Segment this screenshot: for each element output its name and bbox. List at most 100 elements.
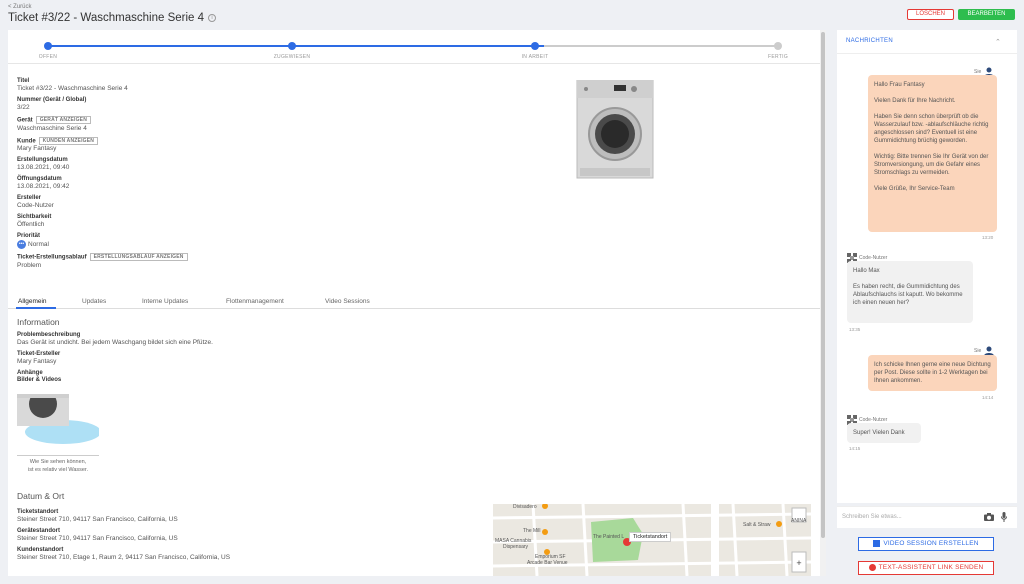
map-label: ANINA [791, 518, 807, 524]
active-tab-indicator [16, 307, 56, 309]
field-label: Öffnungsdatum [17, 176, 62, 183]
message-bubble-out: Hallo Frau Fantasy Vielen Dank für Ihre … [868, 75, 997, 232]
microphone-icon[interactable] [1001, 512, 1007, 522]
send-text-assistant-link-button[interactable]: TEXT-ASSISTENT LINK SENDEN [858, 561, 994, 575]
camera-icon[interactable] [984, 513, 994, 521]
show-customer-button[interactable]: KUNDEN ANZEIGEN [38, 136, 99, 145]
tab-video-sessions[interactable]: Video Sessions [325, 298, 370, 305]
priority-icon: ••• [17, 240, 26, 250]
map-label: Dispensary [503, 544, 529, 550]
step-label-offen: OFFEN [38, 54, 58, 60]
svg-text:+: + [796, 558, 801, 568]
map-label: Salt & Straw [743, 522, 771, 528]
caption-line: ist es relativ viel Wasser. [27, 467, 88, 473]
washing-machine-image [576, 80, 654, 179]
video-icon [873, 539, 881, 547]
field-label: Ticketstandort [17, 509, 59, 515]
tab-updates[interactable]: Updates [82, 298, 106, 305]
field-value: Mary Fantasy [17, 145, 57, 153]
information-heading: Information [17, 317, 60, 327]
messages-header[interactable]: NACHRICHTEN ⌃ [837, 30, 1017, 54]
tab-bar: Allgemein Updates Interne Updates Flotte… [8, 295, 820, 309]
field-value: Problem [17, 261, 42, 269]
kunde-label: Kunde [17, 138, 36, 145]
field-label: Sichtbarkeit [17, 214, 52, 221]
show-flow-button[interactable]: ERSTELLUNGSABLAUF ANZEIGEN [89, 253, 188, 262]
messages-panel: NACHRICHTEN ⌃ Sie Hallo Frau Fantasy Vie… [837, 30, 1017, 503]
close-circle-icon [868, 563, 876, 571]
delete-button[interactable]: LÖSCHEN [907, 9, 954, 20]
field-label: Anhänge [17, 370, 43, 376]
step-dot-fertig [774, 42, 782, 50]
message-bubble-out: Ich schicke Ihnen gerne eine neue Dichtu… [868, 355, 997, 391]
progress-line-done [48, 45, 544, 47]
back-link[interactable]: < Zurück [8, 4, 32, 10]
map-tooltip: Ticketstandort [629, 532, 672, 542]
attachment-thumbnail[interactable] [17, 394, 99, 454]
step-dot-offen [44, 42, 52, 50]
field-value: Ticket #3/22 - Waschmaschine Serie 4 [17, 85, 128, 92]
field-label: Kunde KUNDEN ANZEIGEN [17, 136, 317, 146]
field-label: Gerätestandort [17, 528, 61, 534]
info-icon[interactable]: i [208, 13, 217, 22]
field-value: 13.08.2021, 09:40 [17, 164, 70, 172]
step-label-in-arbeit: IN ARBEIT [521, 54, 549, 60]
tab-interne-updates[interactable]: Interne Updates [142, 298, 188, 305]
field-label: Bilder & Videos [17, 377, 62, 383]
step-label-zugewiesen: ZUGEWIESEN [273, 54, 311, 60]
field-value: 3/22 [17, 104, 30, 111]
field-value: Steiner Street 710, Etage 1, Raum 2, 941… [17, 554, 231, 561]
show-device-button[interactable]: GERÄT ANZEIGEN [35, 116, 92, 124]
field-value: Öffentlich [17, 221, 45, 229]
field-label: Ersteller [17, 195, 42, 202]
ticket-detail-panel: OFFEN ZUGEWIESEN IN ARBEIT FERTIG Titel … [8, 30, 820, 576]
ticket-fields: Titel Ticket #3/22 - Waschmaschine Serie… [17, 78, 317, 274]
field-label: Nummer (Gerät / Global) [17, 97, 87, 103]
step-label-fertig: FERTIG [767, 54, 789, 60]
message-time: 14:15 [849, 446, 861, 451]
status-progress: OFFEN ZUGEWIESEN IN ARBEIT FERTIG [8, 30, 820, 64]
main-scrollbar-thumb[interactable] [821, 32, 825, 538]
tab-allgemein[interactable]: Allgemein [18, 298, 47, 305]
page-title: Ticket #3/22 - Waschmaschine Serie 4i [8, 12, 217, 24]
progress-line-todo [544, 45, 778, 47]
field-value: Code-Nutzer [17, 202, 54, 210]
field-label: Kundenstandort [17, 547, 64, 553]
information-block: Problembeschreibung Das Gerät ist undich… [17, 332, 213, 384]
chevron-up-icon[interactable]: ⌃ [995, 38, 1001, 46]
tab-flottenmanagement[interactable]: Flottenmanagement [226, 298, 284, 305]
message-bubble-in: Super! Vielen Dank [847, 423, 921, 443]
map-label: Divisadero [513, 504, 537, 510]
page-title-text: Ticket #3/22 - Waschmaschine Serie 4 [8, 12, 205, 24]
ablauf-label: Ticket-Erstellungsablauf [17, 254, 87, 261]
attachment-caption: Wie Sie sehen können, ist es relativ vie… [17, 455, 99, 474]
location-map[interactable]: + Divisadero The Mill The Painted L MASA… [493, 504, 811, 576]
field-label: Gerät GERÄT ANZEIGEN [17, 116, 317, 125]
datum-ort-heading: Datum & Ort [17, 491, 65, 501]
edit-button[interactable]: BEARBEITEN [958, 9, 1015, 20]
location-block: Ticketstandort Steiner Street 710, 94117… [17, 509, 230, 566]
message-time: 14:14 [982, 395, 994, 400]
messages-title: NACHRICHTEN [846, 38, 893, 44]
field-value: Das Gerät ist undicht. Bei jedem Waschga… [17, 339, 213, 346]
field-value: Steiner Street 710, 94117 San Francisco,… [17, 535, 178, 542]
field-label: Ticket-Ersteller [17, 351, 61, 357]
top-bar: < Zurück Ticket #3/22 - Waschmaschine Se… [0, 0, 1024, 28]
field-value: Waschmaschine Serie 4 [17, 124, 87, 132]
step-dot-in-arbeit [531, 42, 539, 50]
field-value: Mary Fantasy [17, 358, 57, 365]
field-label: Erstellungsdatum [17, 157, 68, 164]
message-time: 13:20 [982, 235, 994, 240]
field-label: Priorität [17, 233, 41, 240]
create-video-session-button[interactable]: VIDEO SESSION ERSTELLEN [858, 537, 994, 551]
message-time: 13:35 [849, 327, 861, 332]
field-label: Problembeschreibung [17, 332, 81, 338]
geraet-label: Gerät [17, 117, 33, 124]
message-input[interactable]: Schreiben Sie etwas... [842, 514, 902, 520]
message-bubble-in: Hallo Max Es haben recht, die Gummidicht… [847, 261, 973, 323]
message-input-bar: Schreiben Sie etwas... [837, 506, 1017, 528]
caption-line: Wie Sie sehen können, [29, 459, 87, 465]
field-label: Titel [17, 78, 30, 84]
step-dot-zugewiesen [288, 42, 296, 50]
field-value: ••• Normal [17, 240, 317, 250]
